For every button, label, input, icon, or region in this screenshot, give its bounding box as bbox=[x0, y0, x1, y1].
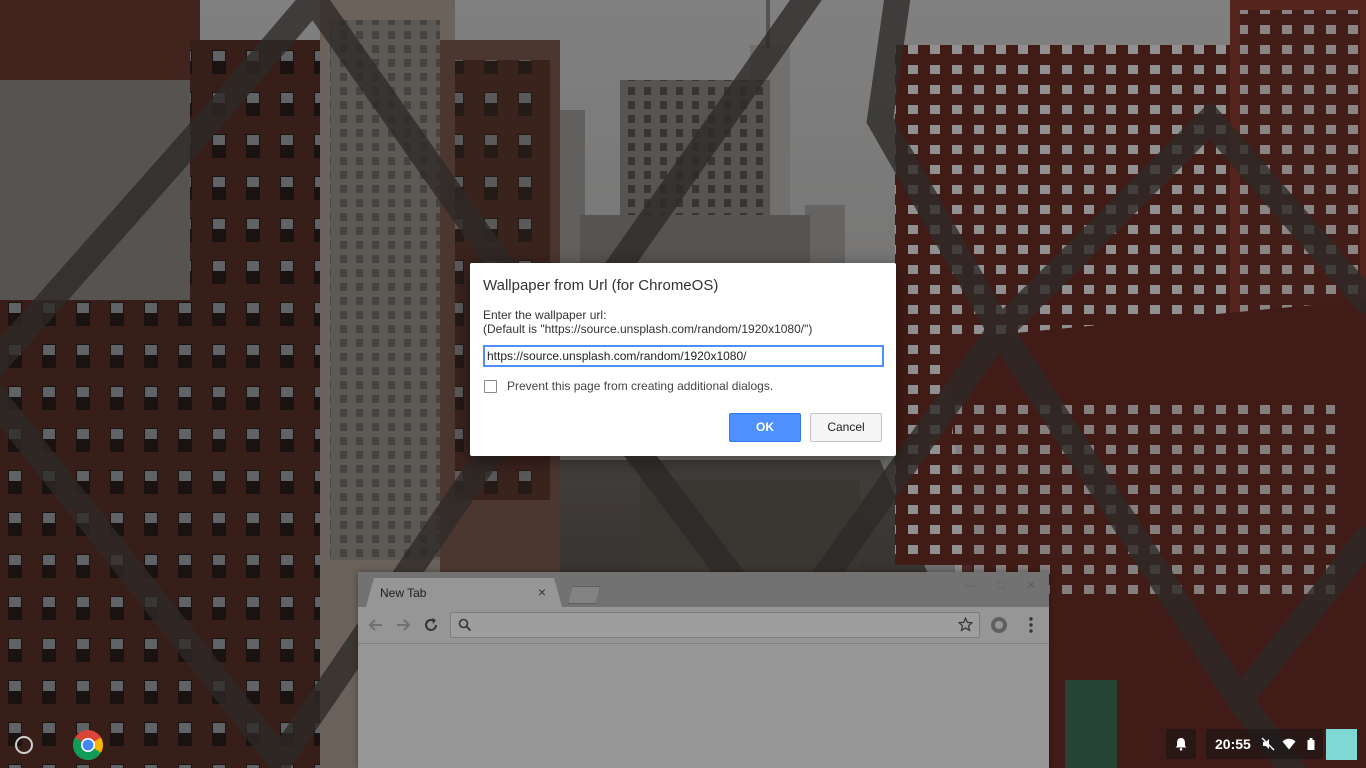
prevent-dialogs-label[interactable]: Prevent this page from creating addition… bbox=[507, 379, 773, 393]
notification-bell-icon bbox=[1175, 738, 1187, 751]
prompt-dialog: Wallpaper from Url (for ChromeOS) Enter … bbox=[470, 263, 896, 456]
dialog-title: Wallpaper from Url (for ChromeOS) bbox=[483, 277, 719, 294]
dialog-message: Enter the wallpaper url: (Default is "ht… bbox=[483, 308, 812, 336]
dialog-message-line2: (Default is "https://source.unsplash.com… bbox=[483, 322, 813, 336]
dialog-message-line1: Enter the wallpaper url: bbox=[483, 308, 607, 322]
wifi-icon bbox=[1282, 738, 1296, 750]
chrome-icon[interactable] bbox=[72, 729, 104, 761]
mute-icon bbox=[1261, 737, 1275, 751]
clock: 20:55 bbox=[1215, 736, 1251, 752]
ok-button[interactable]: OK bbox=[729, 413, 801, 442]
prevent-dialogs-checkbox[interactable] bbox=[484, 380, 497, 393]
battery-icon bbox=[1307, 738, 1315, 750]
user-avatar[interactable] bbox=[1326, 729, 1357, 760]
wallpaper-url-input[interactable] bbox=[483, 345, 884, 367]
launcher-icon[interactable] bbox=[15, 736, 33, 754]
cancel-button[interactable]: Cancel bbox=[810, 413, 882, 442]
status-tray[interactable]: 20:55 bbox=[1206, 729, 1323, 759]
notification-tray[interactable] bbox=[1166, 729, 1196, 759]
